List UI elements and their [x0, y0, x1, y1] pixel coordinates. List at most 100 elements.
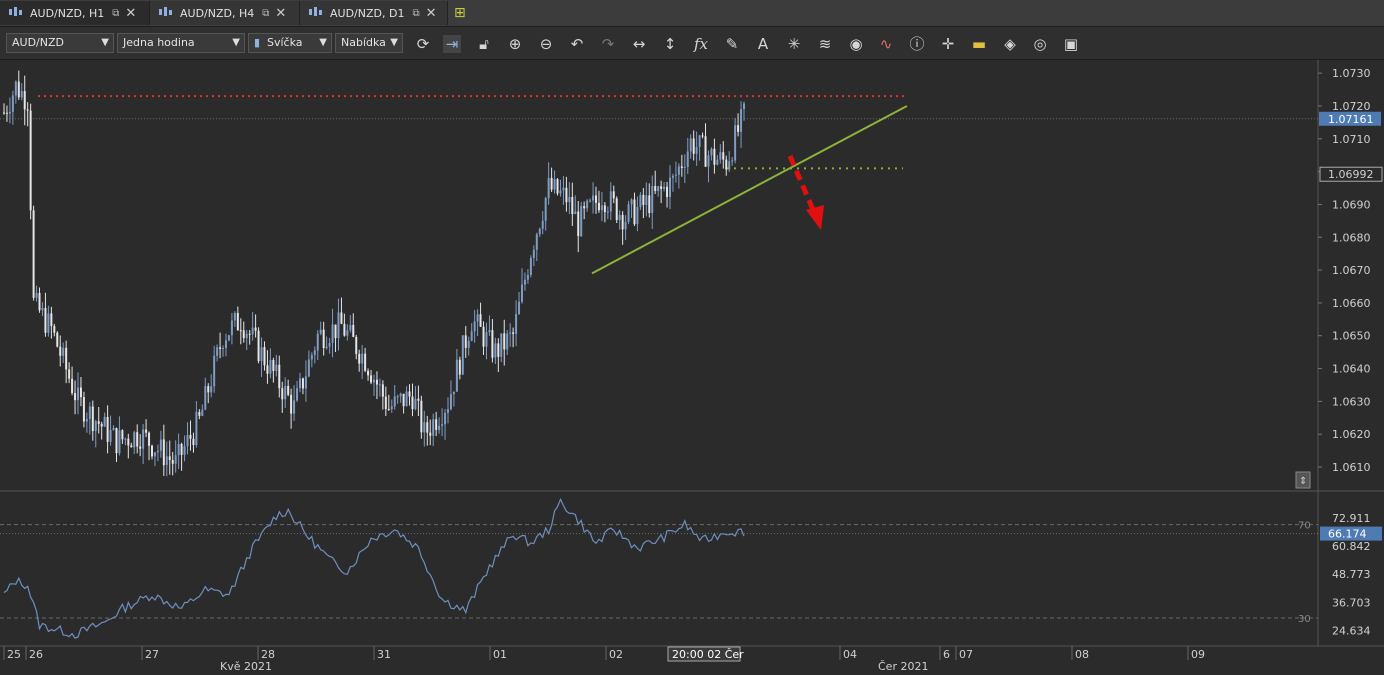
info-icon[interactable]: ⓘ — [908, 35, 926, 53]
candle-bear — [266, 365, 269, 374]
function-icon[interactable]: fx — [692, 35, 710, 53]
candle-bear — [68, 369, 71, 379]
pencil-icon[interactable]: ✎ — [723, 35, 741, 53]
candle-bull — [41, 307, 44, 311]
chart-area[interactable]: 1.07301.07201.07101.07001.06901.06801.06… — [0, 60, 1384, 673]
candle-bear — [121, 430, 124, 440]
settings-ring-icon[interactable]: ◎ — [1031, 35, 1049, 53]
price-chart-svg[interactable]: 1.07301.07201.07101.07001.06901.06801.06… — [0, 60, 1384, 673]
candle-bear — [189, 435, 192, 439]
candle-bull — [645, 195, 648, 205]
undo-icon[interactable]: ↶ — [568, 35, 586, 53]
candle-bull — [580, 206, 583, 237]
month-axis-label: Kvě 2021 — [220, 660, 272, 672]
vertical-measure-icon[interactable]: ↕ — [661, 35, 679, 53]
tab-aud-nzd-h4[interactable]: AUD/NZD, H4 ⧉ ✕ — [150, 1, 300, 25]
zoom-in-icon[interactable]: ⊕ — [506, 35, 524, 53]
tab-aud-nzd-d1[interactable]: AUD/NZD, D1 ⧉ ✕ — [300, 1, 448, 25]
candle-bull — [20, 91, 23, 98]
new-chart-tab-button[interactable]: ⊞ — [448, 1, 476, 25]
candle-bull — [337, 312, 340, 339]
candle-bear — [127, 438, 130, 446]
popout-icon[interactable]: ⧉ — [262, 8, 269, 19]
candle-bear — [207, 386, 210, 393]
candle-bull — [186, 435, 189, 447]
candle-bull — [156, 450, 159, 453]
candle-bull — [230, 320, 233, 336]
candle-bull — [293, 400, 296, 414]
layers-icon[interactable]: ≋ — [816, 35, 834, 53]
candle-bull — [515, 314, 518, 334]
candle-bull — [470, 331, 473, 341]
candle-bull — [373, 379, 375, 383]
close-icon[interactable]: ✕ — [125, 6, 136, 21]
candle-bull — [606, 211, 609, 213]
tab-aud-nzd-h1[interactable]: AUD/NZD, H1 ⧉ ✕ — [0, 1, 150, 25]
timeframe-select[interactable]: Jedna hodina ▼ — [117, 33, 245, 53]
candle-bull — [674, 174, 677, 176]
candle-bear — [334, 324, 337, 339]
month-axis-label: Čer 2021 — [878, 660, 928, 672]
candle-bear — [248, 333, 251, 335]
candle-bull — [88, 406, 91, 419]
price-axis-label: 1.0670 — [1332, 264, 1371, 277]
candle-bull — [541, 220, 544, 229]
text-tool-icon[interactable]: A — [754, 35, 772, 53]
candle-bull — [651, 185, 654, 214]
symbol-select[interactable]: AUD/NZD ▼ — [6, 33, 114, 53]
horizontal-measure-icon[interactable]: ↔ — [630, 35, 648, 53]
candle-bull — [47, 313, 50, 333]
candle-bear — [704, 136, 707, 167]
chevron-down-icon: ▼ — [319, 37, 327, 48]
candle-bear — [680, 166, 683, 168]
candle-bear — [59, 346, 62, 356]
candle-bull — [405, 391, 408, 407]
zoom-out-icon[interactable]: ⊖ — [537, 35, 555, 53]
shift-chart-icon[interactable]: ⇥ — [443, 35, 461, 53]
unlock-icon[interactable]: 🔓︎ — [475, 35, 493, 53]
popout-icon[interactable]: ⧉ — [112, 8, 119, 19]
candle-bull — [441, 424, 444, 426]
close-icon[interactable]: ✕ — [275, 6, 286, 21]
indicator-icon[interactable]: ∿ — [877, 35, 895, 53]
save-icon[interactable]: ▣ — [1062, 35, 1080, 53]
candle-bear — [692, 138, 695, 154]
popout-icon[interactable]: ⧉ — [412, 8, 419, 19]
candle-bull — [449, 394, 452, 410]
candle-bear — [74, 393, 77, 401]
candle-bull — [432, 419, 435, 436]
candle-bull — [11, 95, 14, 112]
crosshair-icon[interactable]: ✛ — [939, 35, 957, 53]
paint-bucket-icon[interactable]: ◈ — [1001, 35, 1019, 53]
candle-bull — [201, 409, 204, 416]
candle-bull — [559, 190, 562, 194]
candle-bear — [355, 336, 358, 354]
candle-bull — [589, 200, 592, 202]
candle-bull — [529, 257, 532, 275]
redo-icon[interactable]: ↷ — [599, 35, 617, 53]
eye-icon[interactable]: ◉ — [847, 35, 865, 53]
price-axis-label: 1.0620 — [1332, 428, 1371, 441]
refresh-icon[interactable]: ⟳ — [414, 35, 432, 53]
palette-icon[interactable]: ▬ — [970, 35, 988, 53]
time-axis-label: 02 — [609, 648, 623, 661]
candle-bull — [586, 200, 589, 209]
candle-bear — [387, 409, 390, 411]
candle-bull — [683, 167, 686, 169]
candle-chart-icon — [308, 6, 322, 21]
candle-bear — [171, 460, 174, 464]
close-icon[interactable]: ✕ — [426, 6, 437, 21]
candle-bull — [210, 386, 213, 393]
candle-bull — [393, 396, 396, 407]
candle-bull — [153, 452, 156, 457]
menu-select[interactable]: Nabídka ▼ — [335, 33, 403, 53]
candle-bear — [162, 439, 165, 466]
cross-tool-icon[interactable]: ✳ — [785, 35, 803, 53]
candle-bull — [177, 443, 180, 456]
candle-bear — [408, 391, 411, 397]
candle-bear — [595, 195, 597, 203]
chart-type-select[interactable]: ▮ Svíčka ▼ — [248, 33, 332, 53]
candle-bear — [479, 314, 482, 327]
candle-bull — [275, 364, 278, 371]
chevron-down-icon: ▼ — [232, 37, 240, 48]
